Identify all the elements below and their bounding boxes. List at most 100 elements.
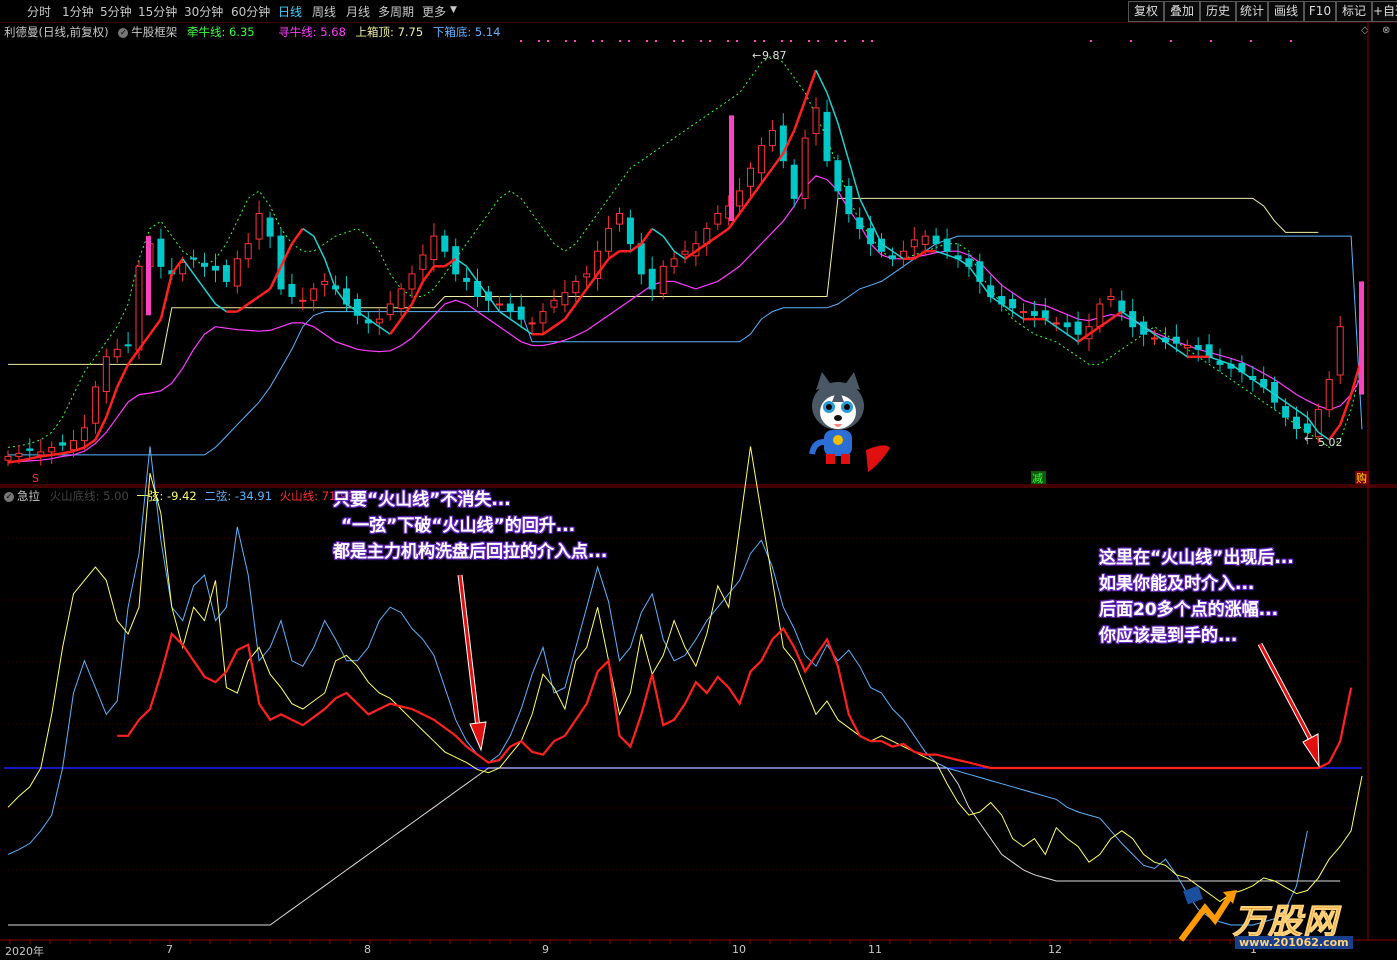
axis-month-label: 12 [1048,943,1062,956]
qianniu-segment [509,318,522,328]
qianniu-segment [62,449,74,455]
candle [616,213,623,225]
qianniu-segment [290,227,304,245]
candle [1183,345,1191,349]
signal-dot [682,40,684,42]
signal-dot [1210,40,1212,42]
qianniu-segment [192,273,206,290]
candle [550,299,558,308]
time-axis [9,940,1351,944]
signal-dot [538,40,540,42]
axis-month-label: 9 [542,943,549,956]
annotation-note-left: 只要“火山线”不消失... “一弦”下破“火山线”的回升... 都是主力机构洗盘… [333,487,607,565]
candle [932,235,940,245]
candle [135,265,143,351]
qianniu-segment [1241,371,1254,381]
signal-dot [781,40,783,42]
watermark-url: www.201062.com [1235,936,1353,949]
candle [310,288,318,301]
note-left-line: 都是主力机构洗盘后回拉的介入点... [333,542,608,562]
note-left-line: 只要“火山线”不消失... [333,490,511,510]
qianniu-segment [837,122,850,161]
qianniu-segment [651,227,664,237]
note-right-line: 如果你能及时介入... [1099,574,1255,594]
candle [288,283,296,297]
note-right-line: 这里在“火山线”出现后... [1099,548,1294,568]
high-arrow-icon: ← [752,49,761,62]
signal-dot [1090,40,1092,42]
signal-dot [1250,40,1252,42]
marker-buy: 购 [1356,471,1367,485]
candle [157,238,165,267]
signal-dot [763,40,765,42]
candle [648,268,656,290]
candle [605,228,613,252]
candle [190,257,198,260]
signal-dot [628,40,630,42]
axis-month-label: 11 [868,943,882,956]
qianniu-segment [793,99,807,131]
qianniu-segment [203,288,217,305]
stock-chart[interactable]: 9.87 ← 5.02 ← S 减 购 [0,0,1397,960]
signal-dot [709,40,711,42]
qianniu-segment [553,318,566,328]
signal-dot [592,40,594,42]
candle [517,306,525,320]
marker-s: S [32,472,39,485]
signal-bar [1359,281,1364,395]
volcano-base-line [8,767,1341,926]
rising-arrow-icon [1178,896,1232,942]
signal-dot [871,40,873,42]
string1-line [7,446,1363,903]
candle [659,265,667,294]
candle [506,303,514,312]
qianniu-segment [815,69,828,94]
candle [1172,336,1180,344]
qianniu-segment [302,227,315,237]
candle [37,451,45,456]
qianniu-segment [1208,356,1221,362]
candle [987,285,995,297]
qianniu-segment [159,273,174,320]
candle [768,130,776,147]
candle [386,303,394,316]
candle [528,322,536,325]
signal-dot [1290,40,1292,42]
candle [801,137,809,200]
candle [867,228,875,245]
candle [463,277,471,282]
qianniu-segment [717,227,730,238]
axis-month-label: 2020年 [5,945,44,958]
qianniu-segment [7,459,20,464]
candle [419,254,427,270]
candle [70,440,77,451]
candle [441,235,449,252]
candle [222,265,230,282]
candle [1020,311,1027,314]
candle [823,111,831,162]
qianniu-segment [662,235,675,252]
candle [179,262,187,275]
signal-dot [1130,40,1132,42]
signal-dot [862,40,864,42]
signal-dot [736,40,738,42]
marker-reduce: 减 [1032,472,1043,485]
qianniu-segment [40,453,52,458]
candle [1151,337,1158,340]
note-left-line: “一弦”下破“火山线”的回升... [341,516,576,536]
signal-dot [574,40,576,42]
candle [1325,379,1333,411]
candle [714,213,722,225]
qianniu-segment [803,69,818,101]
candle [583,273,591,278]
candle [1030,311,1038,316]
qianniu-segment [258,287,271,298]
qianniu-segment [1055,326,1068,335]
candle [1107,296,1115,300]
candle [102,356,110,392]
signal-dot [727,40,729,42]
qianniu-segment [542,325,555,336]
candle [637,243,645,275]
qianniu-segment [127,348,141,366]
qianniu-segment [498,310,511,320]
